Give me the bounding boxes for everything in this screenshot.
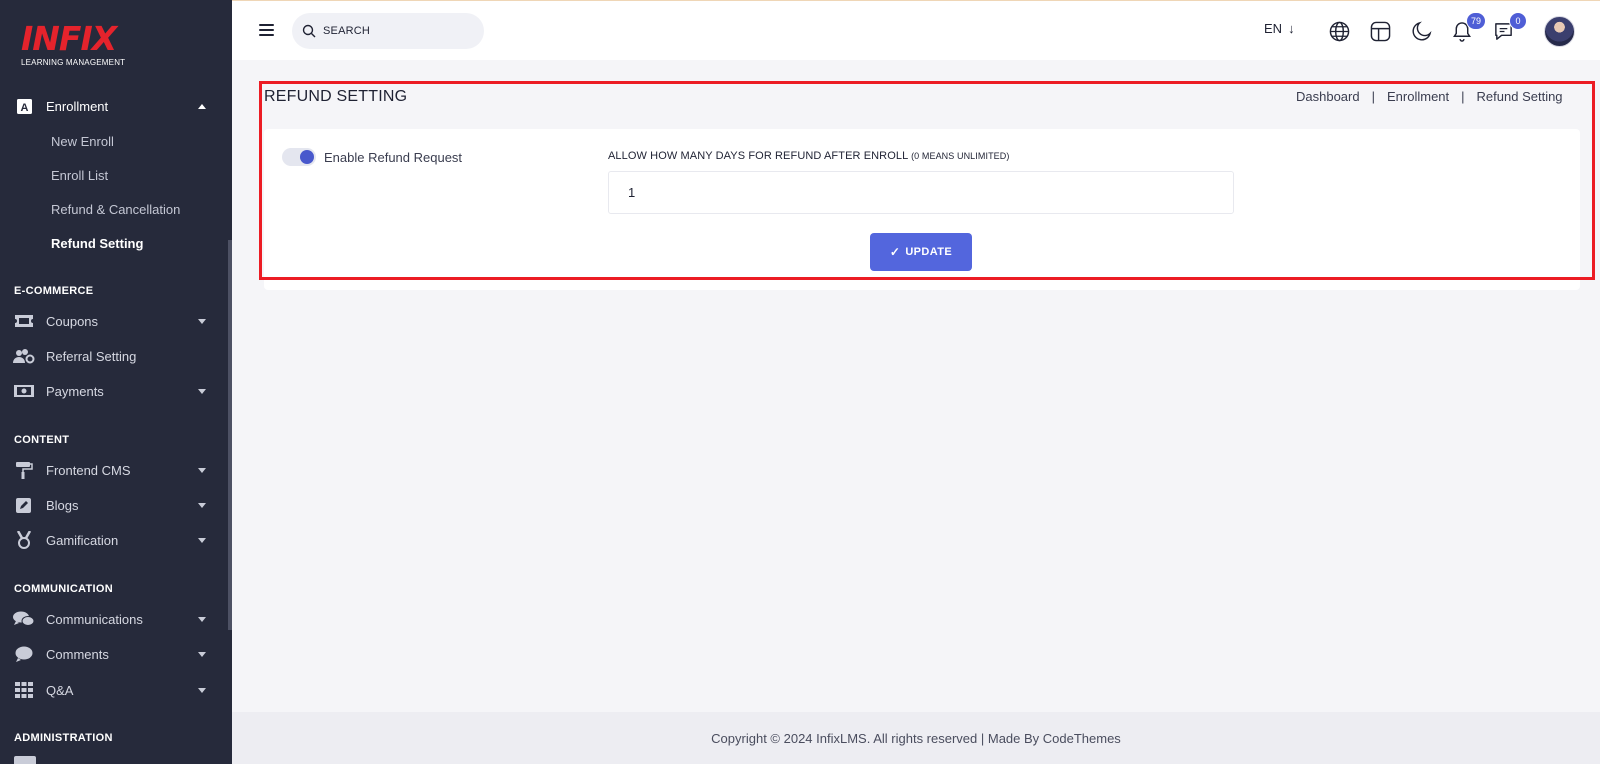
cog-icon (14, 756, 36, 764)
logo-subtitle: LEARNING MANAGEMENT (21, 58, 126, 67)
user-avatar[interactable] (1544, 16, 1575, 47)
sidebar-scrollbar[interactable] (228, 240, 232, 630)
sidebar-item-comments[interactable]: Comments (0, 639, 228, 669)
chevron-up-icon (198, 104, 206, 109)
copyright-text: Copyright © 2024 InfixLMS. All rights re… (711, 730, 1121, 746)
sidebar-item-label: Referral Setting (46, 348, 137, 364)
paint-roller-icon (13, 461, 35, 479)
sidebar-item-qa[interactable]: Q&A (0, 675, 228, 705)
sidebar-item-label: Gamification (46, 532, 119, 548)
sidebar-item-label: Enrollment (46, 98, 109, 114)
top-bar: EN ↓ 79 0 (232, 0, 1600, 60)
toggle-knob (300, 150, 314, 164)
search-box[interactable] (292, 13, 484, 49)
breadcrumb-separator: | (1371, 89, 1375, 104)
chevron-down-icon (198, 538, 206, 543)
arrow-down-icon: ↓ (1288, 21, 1295, 36)
check-icon: ✓ (889, 245, 901, 259)
breadcrumb-refund-setting: Refund Setting (1476, 89, 1563, 104)
section-heading-administration: ADMINISTRATION (14, 732, 113, 744)
update-button-label: UPDATE (905, 246, 953, 258)
sidebar-item-label: Payments (46, 383, 104, 399)
sidebar-item-label: Q&A (46, 682, 74, 698)
search-input[interactable] (323, 25, 463, 37)
sidebar-subitem-enroll-list[interactable]: Enroll List (51, 168, 108, 183)
language-selector[interactable]: EN ↓ (1264, 21, 1295, 36)
sidebar-item-label: Coupons (46, 313, 99, 329)
sidebar-item-label: Communications (46, 611, 143, 627)
enrollment-icon: A (13, 97, 35, 115)
sidebar-item-referral-setting[interactable]: Referral Setting (0, 341, 228, 371)
sidebar-item-label: Comments (46, 646, 109, 662)
chevron-down-icon (198, 617, 206, 622)
refund-days-label: ALLOW HOW MANY DAYS FOR REFUND AFTER ENR… (608, 150, 1010, 162)
edit-icon (13, 496, 35, 514)
chevron-down-icon (198, 503, 206, 508)
chevron-down-icon (198, 389, 206, 394)
globe-icon[interactable] (1327, 19, 1351, 43)
chevron-down-icon (198, 688, 206, 693)
breadcrumb-separator: | (1461, 89, 1465, 104)
sidebar-item-payments[interactable]: Payments (0, 376, 228, 406)
sidebar-item-communications[interactable]: Communications (0, 604, 228, 634)
chevron-down-icon (198, 319, 206, 324)
messages-icon[interactable]: 0 (1491, 12, 1527, 43)
enable-refund-toggle[interactable] (282, 148, 316, 166)
money-bill-icon (13, 382, 35, 400)
message-count-badge: 0 (1509, 12, 1527, 30)
ticket-icon (13, 312, 35, 330)
comment-icon (13, 645, 35, 663)
refund-days-hint: (0 MEANS UNLIMITED) (911, 151, 1010, 161)
sidebar-item-blogs[interactable]: Blogs (0, 490, 228, 520)
svg-text:A: A (20, 102, 28, 114)
page-title: REFUND SETTING (264, 88, 408, 105)
section-heading-communication: COMMUNICATION (14, 583, 114, 595)
chevron-down-icon (198, 652, 206, 657)
comments-icon (13, 610, 35, 628)
menu-toggle-icon[interactable] (259, 24, 274, 36)
notifications-bell-icon[interactable]: 79 (1450, 12, 1486, 43)
language-code: EN (1264, 21, 1283, 36)
search-icon (302, 24, 316, 38)
footer: Copyright © 2024 InfixLMS. All rights re… (232, 712, 1600, 764)
sidebar: INFIX LEARNING MANAGEMENT A Enrollment N… (0, 0, 232, 764)
sidebar-subitem-new-enroll[interactable]: New Enroll (51, 134, 114, 149)
section-heading-content: CONTENT (14, 434, 70, 446)
sidebar-item-coupons[interactable]: Coupons (0, 306, 228, 336)
sidebar-item-frontend-cms[interactable]: Frontend CMS (0, 455, 228, 485)
users-cog-icon (13, 347, 35, 365)
update-button[interactable]: ✓ UPDATE (870, 233, 972, 271)
sidebar-item-enrollment[interactable]: A Enrollment (0, 91, 228, 121)
sidebar-subitem-refund-setting[interactable]: Refund Setting (51, 236, 143, 251)
logo-text: INFIX (21, 19, 117, 58)
dark-mode-moon-icon[interactable] (1409, 19, 1433, 43)
enable-refund-label: Enable Refund Request (324, 150, 463, 165)
sidebar-item-label: Blogs (46, 497, 79, 513)
grid-icon (13, 681, 35, 699)
layout-icon[interactable] (1368, 19, 1392, 43)
notification-count-badge: 79 (1465, 12, 1486, 30)
refund-days-label-text: ALLOW HOW MANY DAYS FOR REFUND AFTER ENR… (608, 150, 908, 162)
section-heading-ecommerce: E-COMMERCE (14, 285, 94, 297)
breadcrumb-dashboard[interactable]: Dashboard (1296, 89, 1360, 104)
breadcrumb-enrollment[interactable]: Enrollment (1387, 89, 1449, 104)
sidebar-item-gamification[interactable]: Gamification (0, 525, 228, 555)
refund-days-input[interactable] (608, 171, 1234, 214)
sidebar-subitem-refund-cancellation[interactable]: Refund & Cancellation (51, 202, 180, 217)
medal-icon (13, 531, 35, 549)
breadcrumb: Dashboard | Enrollment | Refund Setting (1296, 89, 1563, 104)
brand-logo[interactable]: INFIX LEARNING MANAGEMENT (21, 19, 126, 68)
chevron-down-icon (198, 468, 206, 473)
sidebar-item-label: Frontend CMS (46, 462, 131, 478)
